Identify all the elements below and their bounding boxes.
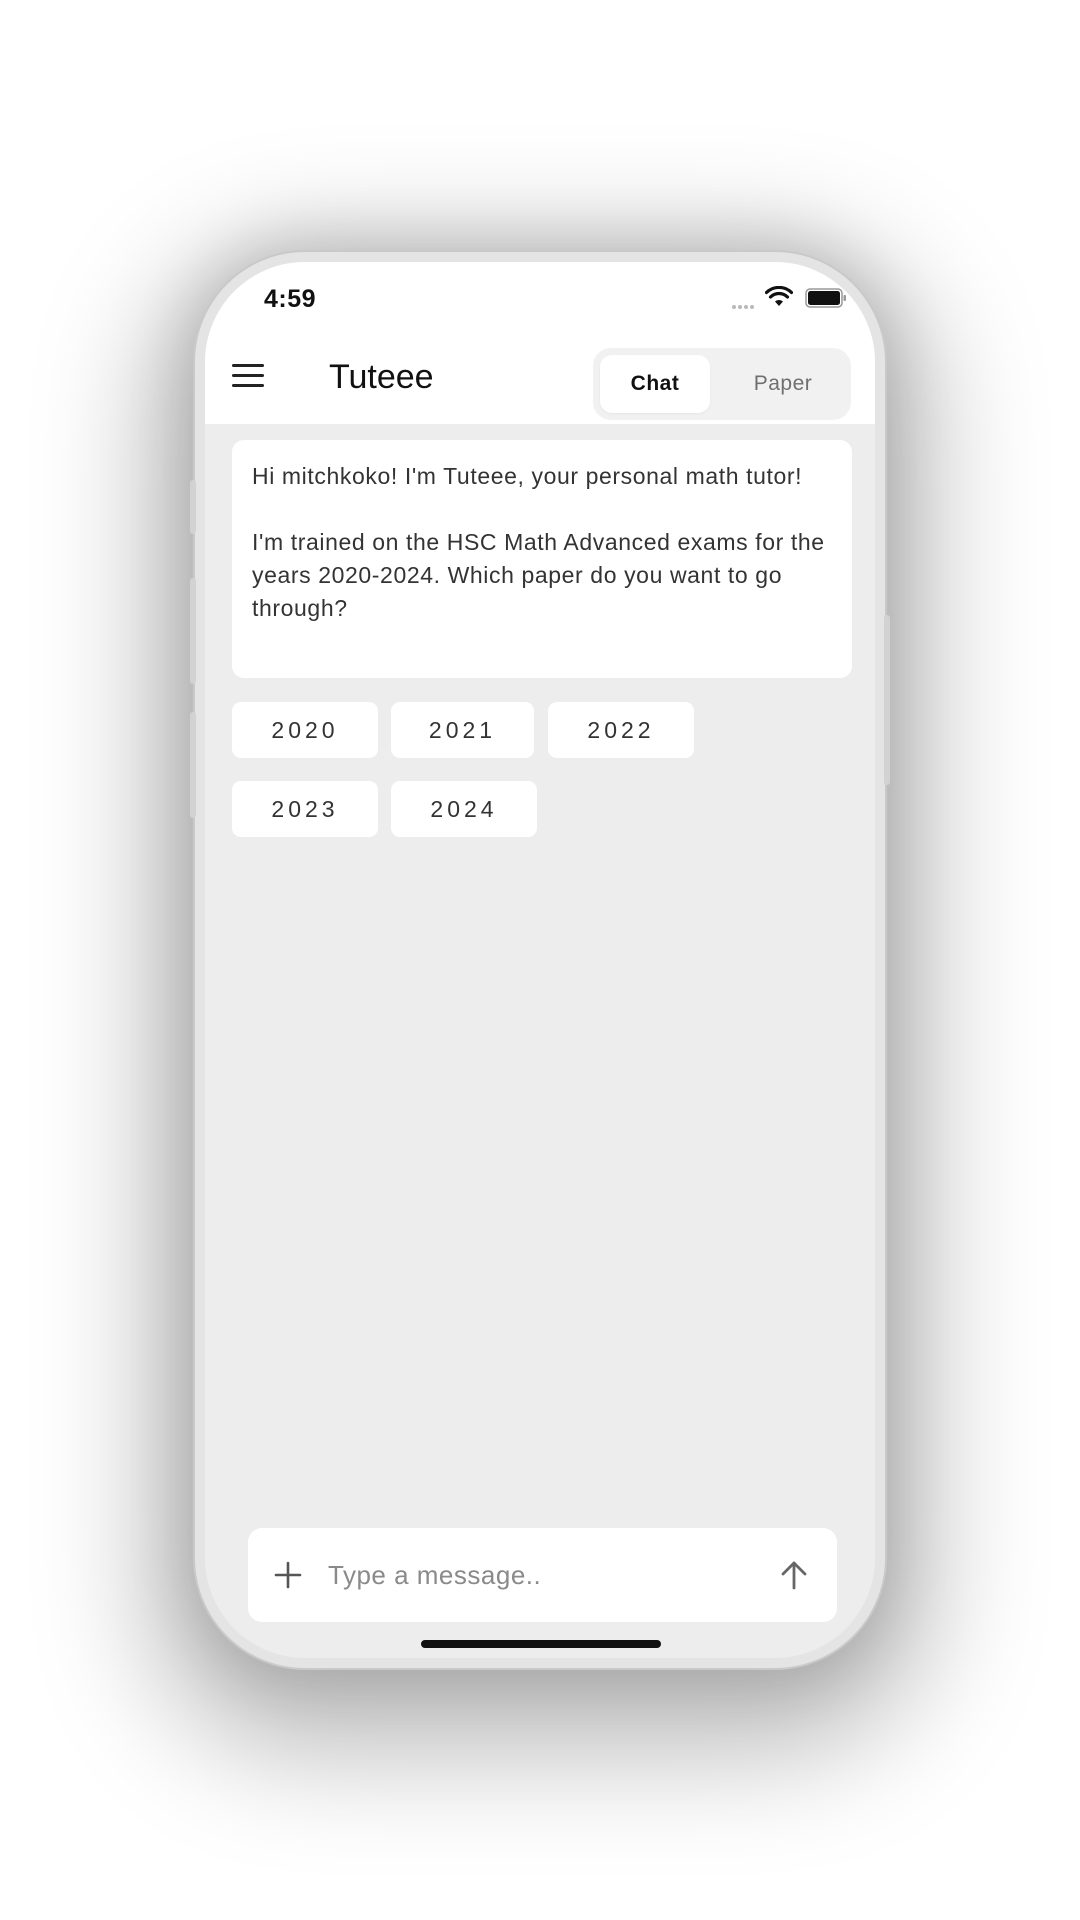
hamburger-menu-icon[interactable] — [232, 364, 264, 388]
phone-mute-switch — [190, 480, 196, 534]
phone-power-button — [884, 615, 890, 785]
wifi-icon — [765, 286, 793, 306]
tab-paper[interactable]: Paper — [723, 355, 843, 413]
app-screen: 4:59 Tuteee Chat Paper Hi mitchkoko! I'm… — [205, 262, 875, 1658]
year-option-2024-button[interactable]: 2024 — [391, 781, 537, 837]
phone-volume-down-button — [190, 712, 196, 818]
signal-dots-icon — [732, 296, 762, 309]
year-option-2021-button[interactable]: 2021 — [391, 702, 534, 758]
home-indicator[interactable] — [421, 1640, 661, 1648]
message-paragraph: I'm trained on the HSC Math Advanced exa… — [252, 529, 825, 621]
app-title: Tuteee — [329, 358, 434, 396]
assistant-message-bubble: Hi mitchkoko! I'm Tuteee, your personal … — [232, 440, 852, 678]
mode-segmented-control: Chat Paper — [593, 348, 851, 420]
tab-chat[interactable]: Chat — [600, 355, 710, 413]
year-option-2023-button[interactable]: 2023 — [232, 781, 378, 837]
year-option-2020-button[interactable]: 2020 — [232, 702, 378, 758]
status-time: 4:59 — [264, 285, 317, 313]
phone-volume-up-button — [190, 578, 196, 684]
plus-icon[interactable] — [274, 1561, 302, 1589]
status-bar: 4:59 — [205, 262, 875, 342]
app-header: Tuteee Chat Paper — [205, 342, 875, 424]
message-composer — [248, 1528, 837, 1622]
battery-full-icon — [805, 288, 846, 308]
message-paragraph: Hi mitchkoko! I'm Tuteee, your personal … — [252, 463, 803, 489]
arrow-up-icon[interactable] — [778, 1559, 810, 1591]
canvas: 4:59 Tuteee Chat Paper Hi mitchkoko! I'm… — [0, 0, 1080, 1920]
message-input[interactable] — [328, 1550, 748, 1600]
year-option-2022-button[interactable]: 2022 — [548, 702, 694, 758]
